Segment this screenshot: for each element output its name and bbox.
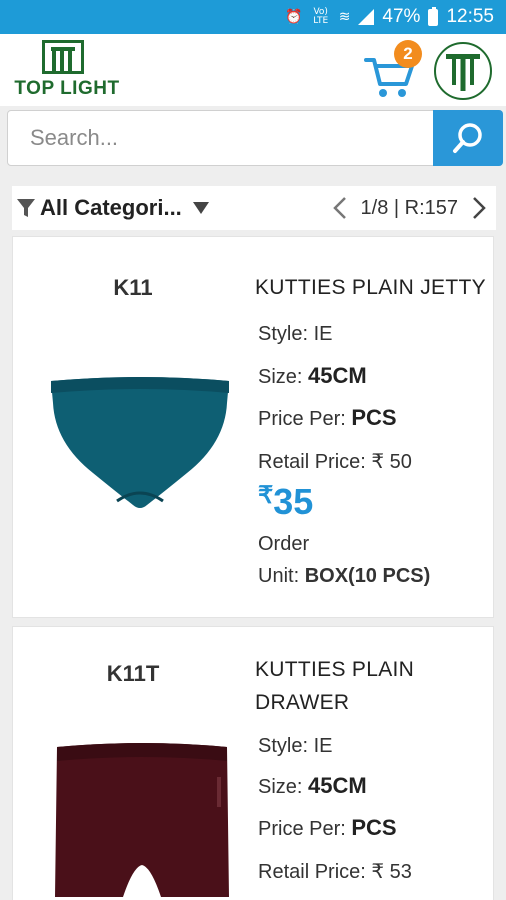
- product-retail-price: Retail Price: ₹ 53: [258, 861, 412, 883]
- clock: 12:55: [446, 6, 494, 27]
- product-name: KUTTIES PLAIN DRAWER: [255, 658, 415, 714]
- product-price-per: Price Per: PCS: [258, 815, 397, 840]
- signal-icon: [358, 9, 375, 25]
- cart-button[interactable]: 2: [364, 40, 422, 100]
- search-bar: [7, 110, 503, 166]
- product-price-per: Price Per: PCS: [258, 405, 397, 430]
- product-price: ₹35: [258, 481, 314, 522]
- alarm-icon: ⏰: [285, 9, 303, 25]
- filter-bar: All Categori... 1/8 | R:157: [12, 186, 496, 230]
- cart-count-badge: 2: [394, 40, 422, 68]
- product-card[interactable]: K11T KUTTIES PLAIN DRAWER Style: IE Size…: [12, 626, 494, 900]
- product-size: Size: 45CM: [258, 363, 367, 388]
- battery-percent: 47%: [382, 6, 421, 27]
- product-name: KUTTIES PLAIN JETTY: [255, 276, 486, 299]
- battery-icon: [428, 6, 439, 26]
- product-code: K11T: [106, 661, 160, 686]
- order-unit: Unit: BOX(10 PCS): [258, 565, 431, 587]
- top-light-logo[interactable]: TOP LIGHT: [10, 40, 124, 100]
- product-image: [55, 743, 229, 897]
- logo-mark-icon: [42, 40, 84, 74]
- caret-down-icon: [192, 202, 209, 214]
- status-bar: ⏰ Vo) LTE ≋ 47% 12:55: [0, 0, 506, 34]
- category-filter-dropdown[interactable]: All Categori...: [12, 195, 210, 221]
- product-code: K11: [113, 275, 153, 300]
- app-header: TOP LIGHT 2: [0, 34, 506, 106]
- product-card[interactable]: K11 KUTTIES PLAIN JETTY Style: IE Size: …: [12, 236, 494, 618]
- product-style: Style: IE: [258, 323, 333, 345]
- wifi-icon: ≋: [338, 9, 351, 25]
- page-indicator: 1/8 | R:157: [360, 196, 458, 219]
- product-image: [51, 377, 229, 508]
- product-size: Size: 45CM: [258, 773, 367, 798]
- chevron-left-icon[interactable]: [332, 196, 347, 220]
- pagination: 1/8 | R:157: [332, 186, 486, 230]
- category-label: All Categori...: [40, 195, 182, 220]
- product-retail-price: Retail Price: ₹ 50: [258, 451, 412, 473]
- brand-avatar-icon: [446, 54, 480, 91]
- logo-text: TOP LIGHT: [14, 78, 120, 99]
- volte-icon: Vo) LTE: [313, 7, 329, 26]
- funnel-icon: [17, 199, 35, 217]
- search-icon: [453, 123, 482, 153]
- search-button[interactable]: [433, 110, 503, 166]
- search-input[interactable]: [8, 111, 433, 165]
- avatar[interactable]: [434, 42, 492, 100]
- product-style: Style: IE: [258, 735, 333, 757]
- chevron-right-icon[interactable]: [472, 196, 486, 220]
- order-label: Order: [258, 533, 310, 555]
